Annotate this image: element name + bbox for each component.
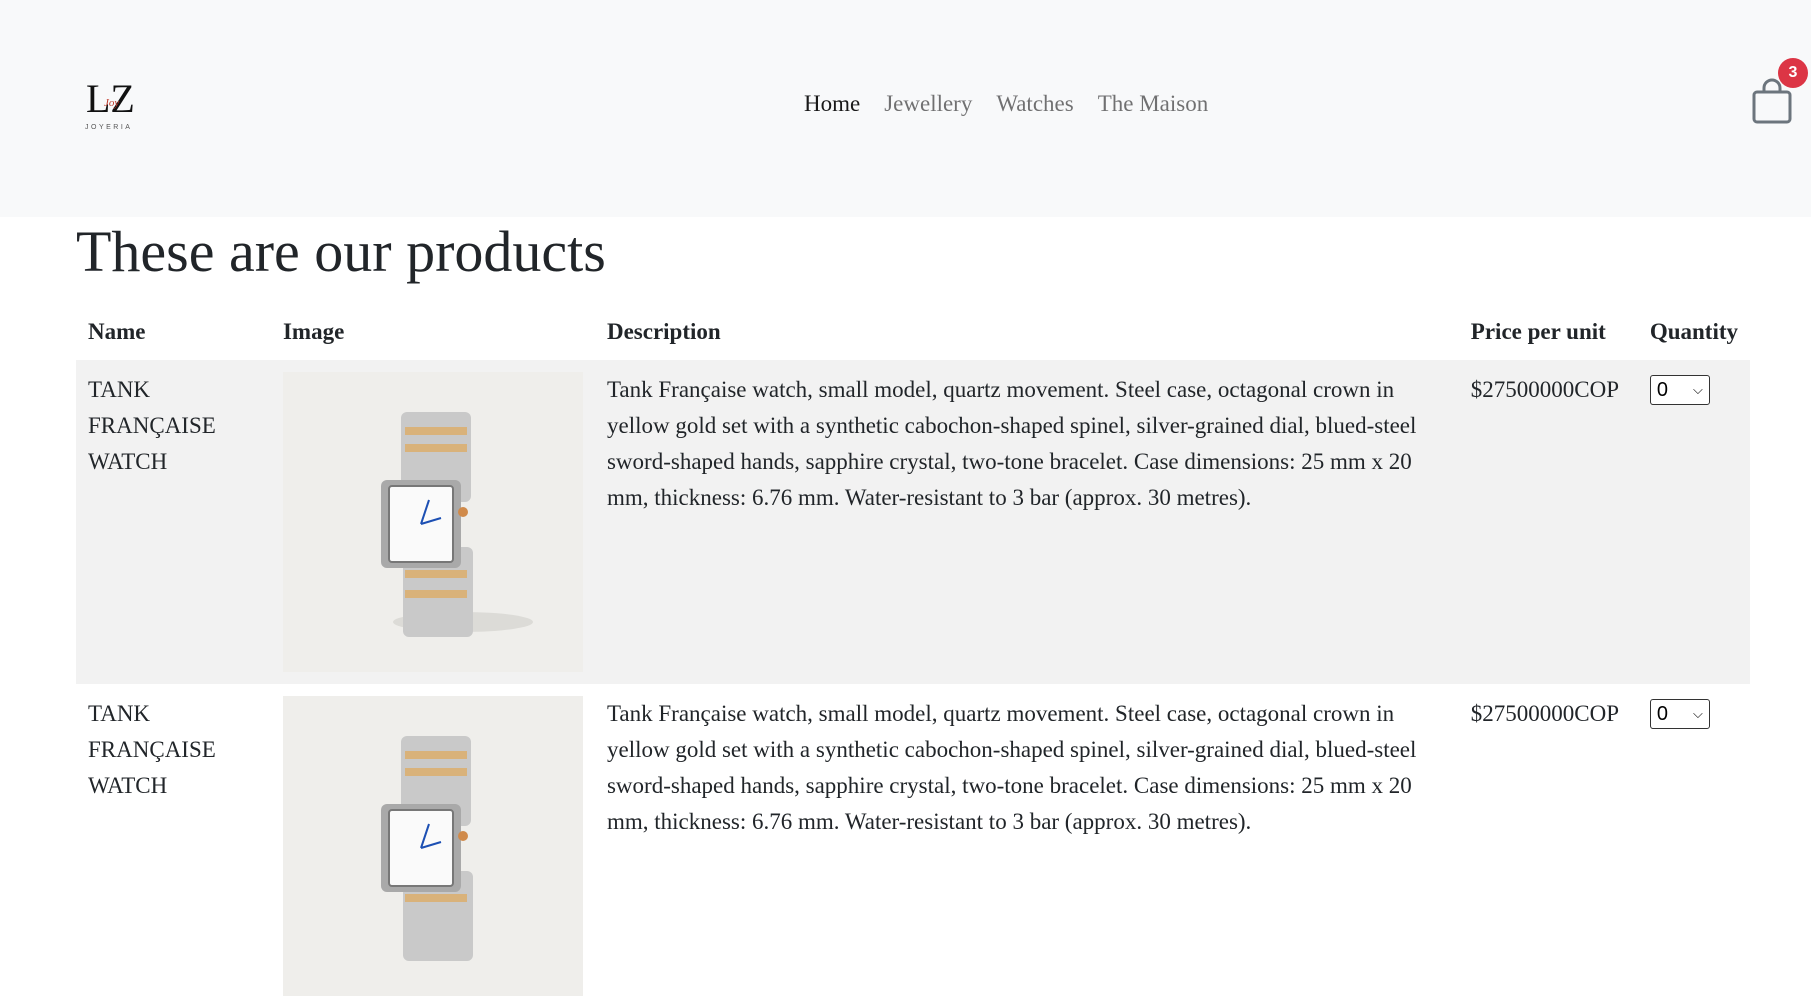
quantity-cell: 0 ⌵ [1638,684,1750,1008]
cart-count-badge: 3 [1778,58,1808,88]
product-price: $27500000COP [1470,701,1620,726]
product-name: TANK FRANÇAISE WATCH [76,360,271,684]
logo-mark: LZ Joy JOYERIA [85,76,135,131]
nav-link-the-maison[interactable]: The Maison [1098,90,1209,118]
nav-link-jewellery[interactable]: Jewellery [884,90,972,118]
table-row: TANK FRANÇAISE WATCH Tank Française watc… [76,684,1750,1008]
quantity-select[interactable]: 0 ⌵ [1649,699,1710,729]
product-image [282,372,583,672]
product-name: TANK FRANÇAISE WATCH [88,701,216,798]
watch-image [282,696,583,996]
product-price: $27500000COP [1458,360,1638,684]
navbar: LZ Joy JOYERIA Home Jewellery Watches Th… [0,0,1811,217]
product-description: Tank Française watch, small model, quart… [594,360,1459,684]
nav-link-watches[interactable]: Watches [996,90,1073,118]
quantity-cell: 0 ⌵ [1637,360,1750,684]
chevron-down-icon: ⌵ [1692,382,1703,397]
product-image-cell [271,684,595,1008]
header-image: Image [282,319,345,344]
svg-text:Joy: Joy [104,97,119,109]
product-image [282,696,583,996]
table-row: TANK FRANÇAISE WATCH Tank Française watc… [76,360,1750,684]
header-price: Price per unit [1470,319,1606,344]
product-image-cell [270,360,595,684]
quantity-value: 0 [1656,703,1668,725]
product-description: Tank Française watch, small model, quart… [606,701,1417,834]
header-description: Description [606,319,721,344]
quantity-select[interactable]: 0 ⌵ [1649,375,1710,405]
quantity-value: 0 [1656,379,1668,401]
svg-text:JOYERIA: JOYERIA [85,124,132,131]
table-header-row: Name Image Description Price per unit Qu… [76,300,1750,360]
main-nav: Home Jewellery Watches The Maison [804,90,1232,118]
watch-image [282,372,583,672]
page-title: These are our products [76,219,606,284]
products-table: Name Image Description Price per unit Qu… [76,300,1750,1008]
nav-link-home[interactable]: Home [804,90,860,118]
chevron-down-icon: ⌵ [1692,706,1703,721]
brand-logo[interactable]: LZ Joy JOYERIA [84,76,146,132]
header-quantity: Quantity [1649,319,1738,344]
header-name: Name [88,319,146,344]
